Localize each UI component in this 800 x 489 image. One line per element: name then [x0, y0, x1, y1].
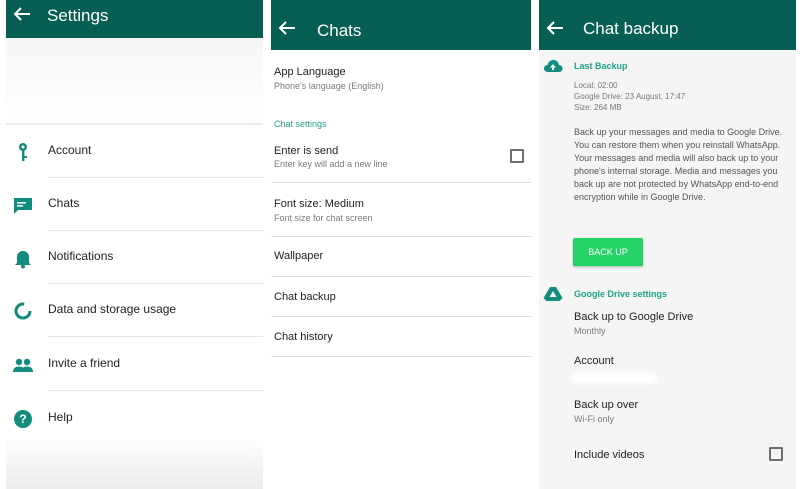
include-videos-checkbox[interactable]: [769, 447, 783, 461]
item-subtitle: Monthly: [574, 326, 606, 336]
back-arrow-icon[interactable]: [275, 18, 299, 38]
chats-app-bar: Chats: [271, 0, 531, 50]
divider: [271, 276, 531, 277]
item-title: Font size: Medium: [274, 198, 364, 210]
wallpaper-item[interactable]: Wallpaper: [274, 250, 323, 262]
chats-screen: Chats App Language Phone's language (Eng…: [271, 0, 531, 489]
page-title: Settings: [47, 6, 109, 25]
back-up-button[interactable]: BACK UP: [573, 238, 643, 266]
section-header: Chat settings: [274, 119, 327, 129]
divider: [271, 236, 531, 237]
last-backup-header: Last Backup: [574, 61, 628, 71]
item-title: Account: [574, 355, 614, 367]
divider: [271, 182, 531, 183]
settings-item-label: Invite a friend: [48, 356, 121, 370]
item-title: App Language: [274, 66, 346, 78]
chat-backup-screen: Chat backup Last Backup Local: 02:00 Goo…: [539, 0, 796, 489]
help-icon: ?: [14, 410, 32, 428]
backup-app-bar: Chat backup: [539, 0, 796, 50]
cloud-upload-icon: [544, 60, 563, 72]
google-drive-icon: [543, 287, 563, 301]
page-title: Chats: [317, 21, 362, 40]
divider: [271, 356, 531, 357]
divider: [271, 316, 531, 317]
item-subtitle: Font size for chat screen: [274, 213, 373, 223]
drive-settings-header: Google Drive settings: [574, 289, 668, 299]
page-title: Chat backup: [583, 19, 679, 38]
chat-backup-item[interactable]: Chat backup: [274, 291, 336, 303]
bell-icon: [15, 251, 31, 269]
local-backup-time: Local: 02:00: [574, 81, 618, 90]
redacted-account: [571, 373, 657, 384]
item-title: Enter is send: [274, 145, 339, 157]
key-icon: [19, 143, 27, 161]
item-subtitle: Wi-Fi only: [574, 414, 614, 424]
chat-icon: [14, 198, 32, 214]
divider: [48, 390, 263, 391]
settings-item-invite[interactable]: Invite a friend: [6, 338, 263, 391]
people-icon: [13, 358, 33, 372]
divider: [48, 336, 263, 337]
profile-area: [6, 38, 263, 124]
chat-history-item[interactable]: Chat history: [274, 331, 333, 343]
settings-item-label: Notifications: [48, 249, 114, 263]
settings-item-label: Account: [48, 143, 92, 157]
item-title: Include videos: [574, 449, 645, 461]
bottom-fade: [6, 436, 263, 489]
settings-item-account[interactable]: Account: [6, 125, 263, 178]
item-subtitle: Phone's language (English): [274, 81, 384, 91]
backup-size: Size: 264 MB: [574, 103, 622, 112]
svg-text:?: ?: [19, 412, 26, 426]
item-title: Back up to Google Drive: [574, 311, 694, 323]
settings-item-label: Data and storage usage: [48, 302, 177, 316]
settings-screen: Settings Account Chats Notifications Dat…: [6, 0, 263, 489]
settings-item-label: Help: [48, 410, 73, 424]
settings-item-label: Chats: [48, 196, 80, 210]
item-subtitle: Enter key will add a new line: [274, 159, 388, 169]
settings-item-data-usage[interactable]: Data and storage usage: [6, 284, 263, 337]
back-arrow-icon[interactable]: [543, 18, 567, 38]
settings-item-chats[interactable]: Chats: [6, 178, 263, 231]
settings-item-notifications[interactable]: Notifications: [6, 231, 263, 284]
backup-description: Back up your messages and media to Googl…: [574, 127, 783, 202]
back-arrow-icon[interactable]: [10, 4, 34, 24]
data-usage-icon: [14, 302, 32, 320]
settings-app-bar: Settings: [6, 0, 263, 38]
drive-backup-time: Google Drive: 23 August, 17:47: [574, 92, 686, 101]
item-title: Back up over: [574, 399, 639, 411]
enter-is-send-checkbox[interactable]: [510, 149, 524, 163]
